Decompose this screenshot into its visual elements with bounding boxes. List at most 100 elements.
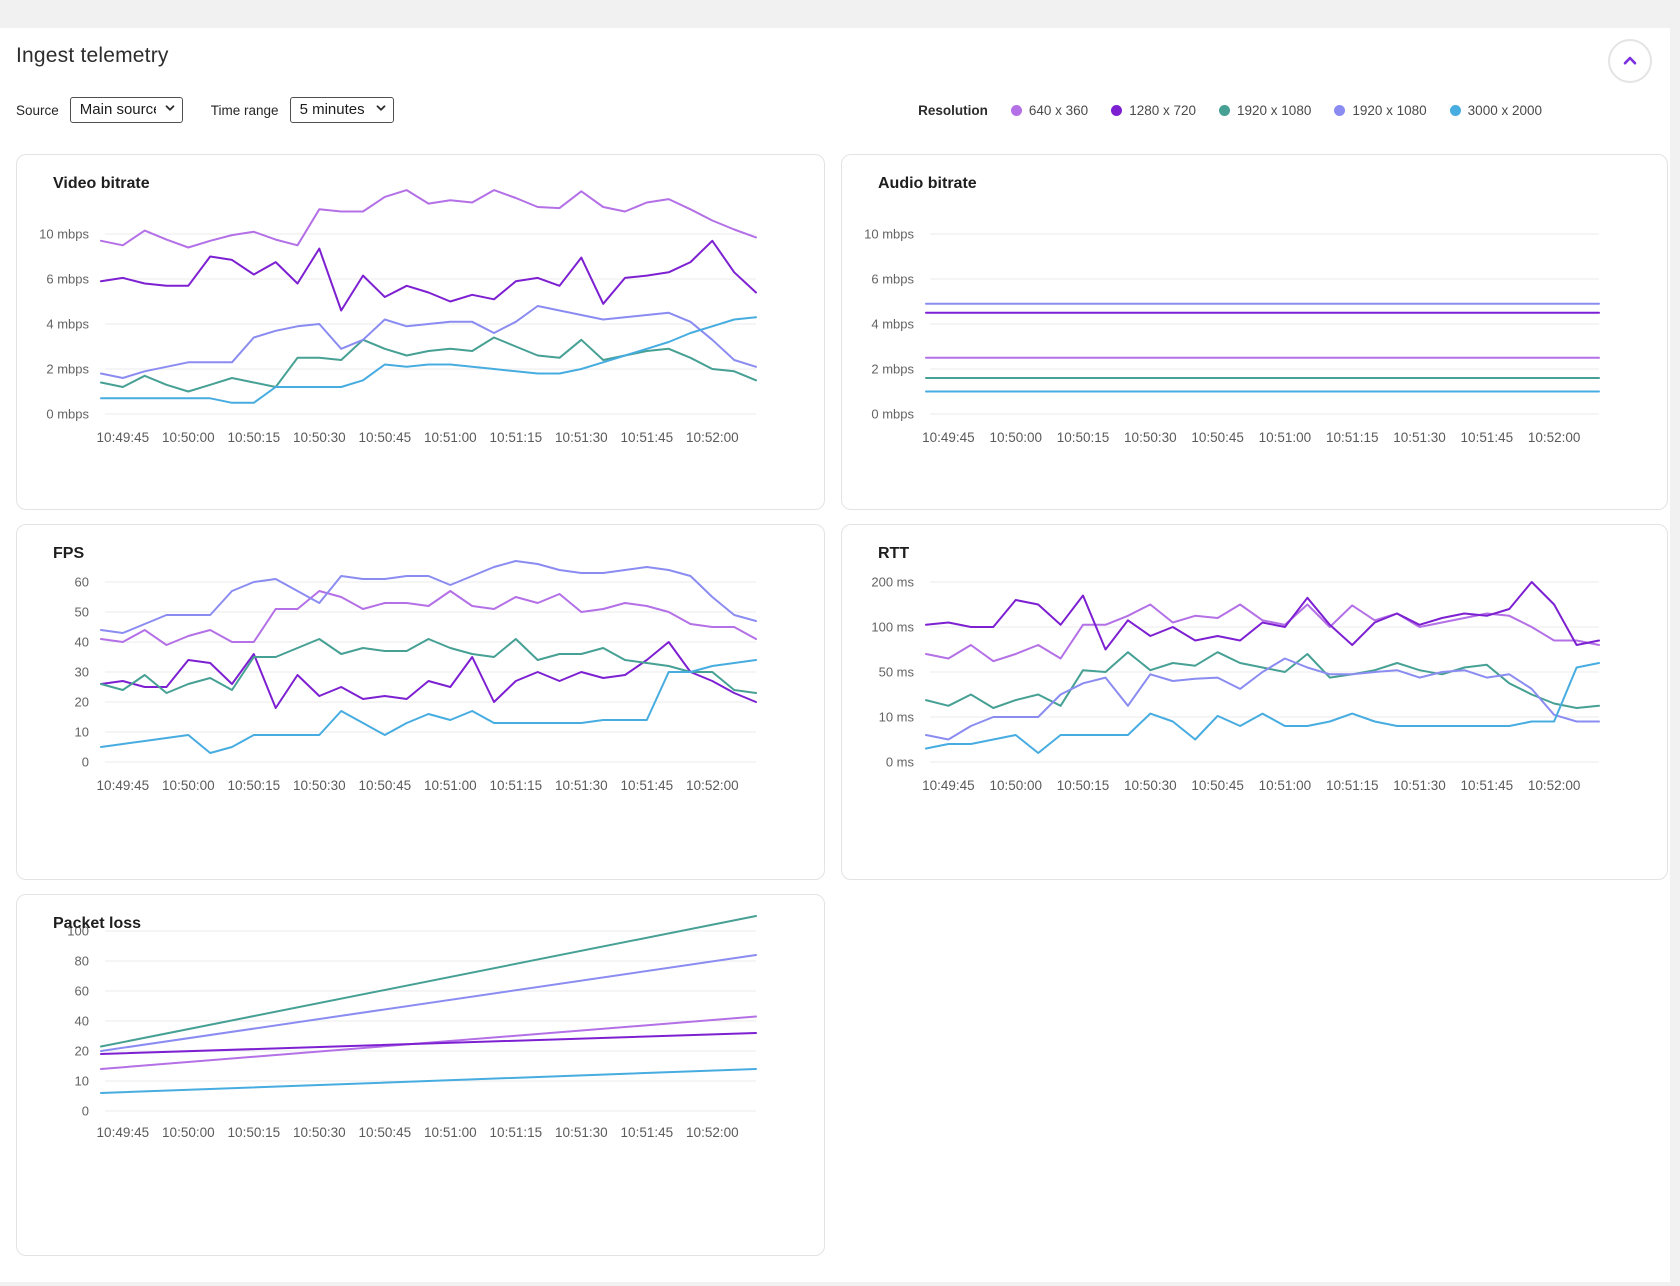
- page-title: Ingest telemetry: [16, 44, 169, 68]
- svg-text:10:51:45: 10:51:45: [621, 430, 674, 445]
- series-line-rtt-1: [926, 582, 1599, 650]
- svg-text:10:51:15: 10:51:15: [490, 430, 543, 445]
- chart-canvas-video-bitrate: 0 mbps2 mbps4 mbps6 mbps10 mbps10:49:451…: [17, 155, 825, 510]
- svg-text:10:50:30: 10:50:30: [293, 778, 346, 793]
- svg-text:4 mbps: 4 mbps: [871, 317, 914, 332]
- svg-text:0 mbps: 0 mbps: [871, 407, 914, 422]
- svg-text:10:50:00: 10:50:00: [162, 778, 215, 793]
- legend-item-label: 1920 x 1080: [1352, 103, 1426, 118]
- chart-title-rtt: RTT: [878, 545, 909, 563]
- series-line-rtt-3: [926, 659, 1599, 740]
- legend-color-dot: [1219, 105, 1230, 116]
- legend-item-0: 640 x 360: [1011, 103, 1088, 118]
- chart-canvas-packet-loss: 0102040608010010:49:4510:50:0010:50:1510…: [17, 895, 825, 1256]
- series-line-rtt-2: [926, 652, 1599, 708]
- svg-text:10:50:30: 10:50:30: [293, 430, 346, 445]
- svg-text:10:50:30: 10:50:30: [293, 1125, 346, 1140]
- chart-card-fps: FPS010203040506010:49:4510:50:0010:50:15…: [16, 524, 825, 880]
- source-label: Source: [16, 103, 59, 118]
- svg-text:10:52:00: 10:52:00: [686, 778, 739, 793]
- svg-text:10:49:45: 10:49:45: [97, 778, 150, 793]
- source-select[interactable]: Main source: [70, 97, 183, 123]
- svg-text:10:52:00: 10:52:00: [1528, 778, 1581, 793]
- svg-text:50: 50: [75, 605, 89, 620]
- svg-text:10:51:15: 10:51:15: [1326, 430, 1379, 445]
- svg-text:20: 20: [75, 1044, 89, 1059]
- svg-text:10:50:45: 10:50:45: [359, 1125, 412, 1140]
- svg-text:10:51:00: 10:51:00: [1259, 778, 1312, 793]
- svg-text:10:50:30: 10:50:30: [1124, 430, 1177, 445]
- collapse-button[interactable]: [1608, 39, 1652, 83]
- svg-text:30: 30: [75, 665, 89, 680]
- svg-text:100 ms: 100 ms: [871, 620, 914, 635]
- svg-text:0: 0: [82, 1104, 89, 1119]
- svg-text:10:50:15: 10:50:15: [1057, 778, 1110, 793]
- svg-text:10:51:00: 10:51:00: [1259, 430, 1312, 445]
- svg-text:10:51:00: 10:51:00: [424, 430, 477, 445]
- svg-text:40: 40: [75, 635, 89, 650]
- chart-card-rtt: RTT0 ms10 ms50 ms100 ms200 ms10:49:4510:…: [841, 524, 1668, 880]
- svg-text:10:51:30: 10:51:30: [555, 1125, 608, 1140]
- panel-header: Ingest telemetry: [0, 28, 1670, 90]
- svg-text:2 mbps: 2 mbps: [871, 362, 914, 377]
- svg-text:10:51:15: 10:51:15: [1326, 778, 1379, 793]
- svg-text:10:50:00: 10:50:00: [162, 430, 215, 445]
- legend-item-label: 1920 x 1080: [1237, 103, 1311, 118]
- series-line-fps-2: [101, 639, 756, 693]
- svg-text:40: 40: [75, 1014, 89, 1029]
- svg-text:20: 20: [75, 695, 89, 710]
- x-axis-labels: 10:49:4510:50:0010:50:1510:50:3010:50:45…: [97, 778, 739, 793]
- svg-text:0 mbps: 0 mbps: [46, 407, 89, 422]
- svg-text:10:51:15: 10:51:15: [490, 778, 543, 793]
- svg-text:10:51:45: 10:51:45: [1461, 778, 1514, 793]
- svg-text:10:50:45: 10:50:45: [1191, 430, 1244, 445]
- chart-canvas-audio-bitrate: 0 mbps2 mbps4 mbps6 mbps10 mbps10:49:451…: [842, 155, 1668, 510]
- series-line-fps-3: [101, 561, 756, 633]
- svg-text:6 mbps: 6 mbps: [871, 272, 914, 287]
- ingest-telemetry-panel: Ingest telemetry Source Main source Time…: [0, 28, 1670, 1282]
- resolution-legend: Resolution 640 x 360 1280 x 720 1920 x 108…: [918, 103, 1542, 118]
- svg-text:0: 0: [82, 755, 89, 770]
- legend-color-dot: [1334, 105, 1345, 116]
- time-range-label: Time range: [211, 103, 279, 118]
- chart-title-fps: FPS: [53, 545, 84, 563]
- svg-text:6 mbps: 6 mbps: [46, 272, 89, 287]
- legend-item-4: 3000 x 2000: [1450, 103, 1542, 118]
- svg-text:2 mbps: 2 mbps: [46, 362, 89, 377]
- svg-text:10:51:45: 10:51:45: [621, 778, 674, 793]
- svg-text:10:49:45: 10:49:45: [97, 430, 150, 445]
- svg-text:10:51:30: 10:51:30: [555, 778, 608, 793]
- svg-text:60: 60: [75, 984, 89, 999]
- y-axis-gridlines: 0 ms10 ms50 ms100 ms200 ms: [871, 575, 1599, 770]
- series-line-packet-loss-2: [101, 916, 756, 1047]
- chart-title-packet-loss: Packet loss: [53, 915, 141, 933]
- svg-text:10:51:30: 10:51:30: [555, 430, 608, 445]
- svg-text:50 ms: 50 ms: [879, 665, 915, 680]
- svg-text:10 mbps: 10 mbps: [39, 227, 89, 242]
- resolution-legend-title: Resolution: [918, 103, 988, 118]
- series-line-video-bitrate-4: [101, 317, 756, 403]
- svg-text:10:50:45: 10:50:45: [359, 430, 412, 445]
- svg-text:10:50:00: 10:50:00: [162, 1125, 215, 1140]
- series-line-video-bitrate-0: [101, 190, 756, 247]
- chevron-up-icon: [1619, 50, 1641, 72]
- svg-text:10:49:45: 10:49:45: [97, 1125, 150, 1140]
- time-range-select-wrap: 5 minutes: [290, 97, 394, 123]
- time-range-select[interactable]: 5 minutes: [290, 97, 394, 123]
- svg-text:10: 10: [75, 1074, 89, 1089]
- chart-card-video-bitrate: Video bitrate0 mbps2 mbps4 mbps6 mbps10 …: [16, 154, 825, 510]
- svg-text:10:50:15: 10:50:15: [228, 778, 281, 793]
- source-select-wrap: Main source: [70, 97, 183, 123]
- svg-text:10:49:45: 10:49:45: [922, 778, 975, 793]
- svg-text:10:51:45: 10:51:45: [621, 1125, 674, 1140]
- svg-text:10:51:00: 10:51:00: [424, 1125, 477, 1140]
- series-line-video-bitrate-3: [101, 306, 756, 378]
- chart-card-packet-loss: Packet loss0102040608010010:49:4510:50:0…: [16, 894, 825, 1256]
- legend-color-dot: [1450, 105, 1461, 116]
- svg-text:0 ms: 0 ms: [886, 755, 915, 770]
- svg-text:10:50:00: 10:50:00: [989, 430, 1042, 445]
- svg-text:10:50:45: 10:50:45: [1191, 778, 1244, 793]
- series-line-video-bitrate-1: [101, 241, 756, 311]
- legend-item-1: 1280 x 720: [1111, 103, 1196, 118]
- chart-title-audio-bitrate: Audio bitrate: [878, 175, 977, 193]
